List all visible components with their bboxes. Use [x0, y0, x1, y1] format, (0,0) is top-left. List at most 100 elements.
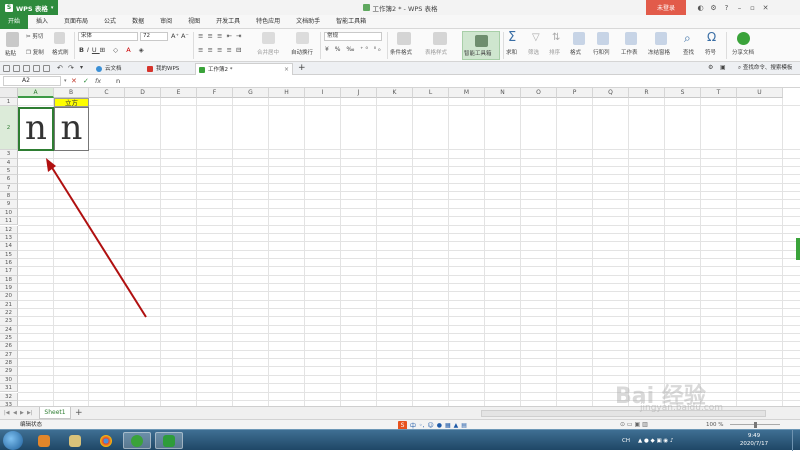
symbol-button[interactable]: 符号	[705, 48, 716, 56]
gear-icon[interactable]: ⚙	[708, 64, 713, 71]
filter-icon[interactable]: ▽	[532, 32, 540, 43]
conditional-format-button[interactable]: 条件格式	[390, 48, 412, 56]
tab-smart-toolbox[interactable]: 智能工具箱	[328, 15, 374, 29]
paste-icon[interactable]	[6, 32, 19, 47]
row-col-button[interactable]: 行和列	[593, 48, 610, 56]
conditional-format-icon[interactable]	[397, 32, 411, 45]
format-icon[interactable]	[573, 32, 585, 45]
merge-center-button[interactable]: 合并居中	[257, 48, 279, 56]
sum-button[interactable]: 求和	[506, 48, 517, 56]
share-button[interactable]: 分享文档	[732, 48, 754, 56]
tab-doc-assistant[interactable]: 文档助手	[288, 15, 328, 29]
taskbar-clock[interactable]: 9:49 2020/7/17	[730, 432, 778, 448]
number-format-buttons[interactable]: ¥ % ‰ ⁺⁰ ⁰₀	[325, 46, 383, 53]
increase-font-icon[interactable]: A⁺ A⁻	[171, 32, 189, 40]
new-tab-button[interactable]: +	[298, 62, 306, 75]
maximize-button[interactable]: ▫	[746, 4, 759, 12]
taskbar-360[interactable]	[123, 432, 151, 449]
format-painter-button[interactable]: 格式刷	[52, 48, 69, 56]
start-button[interactable]	[3, 431, 23, 450]
name-box[interactable]: A2	[3, 76, 61, 86]
find-icon[interactable]: ⌕	[684, 31, 691, 46]
worksheet-icon[interactable]	[625, 32, 637, 45]
login-button[interactable]: 未登录	[646, 0, 686, 15]
insert-function-button[interactable]: fx	[95, 76, 101, 86]
taskbar-chrome[interactable]	[92, 432, 120, 449]
redo-icon[interactable]: ↷	[68, 64, 74, 72]
formula-input[interactable]: n	[116, 76, 120, 86]
add-sheet-button[interactable]: +	[75, 407, 83, 419]
doc-tab-workbook[interactable]: 工作簿2 * ×	[195, 63, 293, 75]
merge-center-icon[interactable]	[262, 32, 275, 44]
filter-button[interactable]: 筛选	[528, 48, 539, 56]
tab-review[interactable]: 审阅	[152, 15, 180, 29]
format-button[interactable]: 格式	[570, 48, 581, 56]
row-col-icon[interactable]	[597, 32, 609, 45]
zoom-slider-thumb[interactable]	[754, 422, 757, 428]
next-sheet-button[interactable]: ▶	[20, 408, 24, 419]
table-style-icon[interactable]	[433, 32, 447, 45]
settings-icon[interactable]: ⚙	[707, 4, 720, 12]
lock-icon[interactable]: ▣	[720, 64, 726, 71]
font-name-select[interactable]: 宋体	[78, 32, 138, 41]
tab-home[interactable]: 开始	[0, 14, 29, 29]
smart-toolbox-button[interactable]: 智能工具箱	[462, 31, 500, 60]
export-icon[interactable]	[23, 65, 30, 72]
symbol-icon[interactable]: Ω	[707, 30, 716, 44]
taskbar-media-player[interactable]	[30, 432, 58, 449]
cancel-icon[interactable]: ✕	[71, 76, 77, 86]
sort-button[interactable]: 排序	[549, 48, 560, 56]
spreadsheet-grid[interactable]: ABCDEFGHIJKLMNOPQRSTU 1 2 3 4 5 6 7 8 9 10 11 12 13 1…	[0, 88, 800, 406]
undo-icon[interactable]: ↶	[57, 64, 63, 72]
tab-formulas[interactable]: 公式	[96, 15, 124, 29]
show-desktop-button[interactable]	[792, 430, 800, 451]
paste-button[interactable]: 粘贴	[5, 49, 16, 57]
tab-data[interactable]: 数据	[124, 15, 152, 29]
tab-insert[interactable]: 插入	[28, 15, 56, 29]
table-style-button[interactable]: 表格样式	[425, 48, 447, 56]
freeze-panes-icon[interactable]	[655, 32, 667, 45]
tab-page-layout[interactable]: 页面布局	[56, 15, 96, 29]
wrap-text-button[interactable]: 自动换行	[291, 48, 313, 56]
doc-tab-cloud[interactable]: 云文档	[93, 63, 141, 75]
tab-features[interactable]: 特色应用	[248, 15, 288, 29]
first-sheet-button[interactable]: |◀	[4, 408, 10, 419]
vertical-scroll-indicator[interactable]	[796, 238, 800, 260]
wrap-text-icon[interactable]	[296, 32, 309, 44]
tab-view[interactable]: 视图	[180, 15, 208, 29]
open-icon[interactable]	[3, 65, 10, 72]
prev-sheet-button[interactable]: ◀	[13, 408, 17, 419]
print-icon[interactable]	[33, 65, 40, 72]
skin-icon[interactable]: ◐	[694, 4, 707, 12]
app-menu-button[interactable]: S WPS 表格 ▾	[0, 0, 59, 15]
align-horizontal-buttons[interactable]: ≡ ≡ ≡ ≡ ⊟	[198, 46, 243, 54]
customize-icon[interactable]: ▾	[80, 64, 83, 71]
worksheet-button[interactable]: 工作表	[621, 48, 638, 56]
doc-tab-mywps[interactable]: 我的WPS	[144, 63, 192, 75]
help-icon[interactable]: ?	[720, 4, 733, 12]
sheet-tab-sheet1[interactable]: Sheet1	[39, 407, 71, 419]
taskbar-explorer[interactable]	[61, 432, 89, 449]
last-sheet-button[interactable]: ▶|	[27, 408, 33, 419]
cut-button[interactable]: ✂ 剪切	[26, 32, 43, 40]
align-top-buttons[interactable]: ≡ ≡ ≡ ⇤ ⇥	[198, 32, 243, 40]
dropdown-icon[interactable]: ▾	[64, 76, 67, 86]
sum-icon[interactable]: Σ	[508, 30, 516, 45]
sort-icon[interactable]: ⇅	[552, 32, 560, 43]
save-icon[interactable]	[13, 65, 20, 72]
confirm-icon[interactable]: ✓	[83, 76, 89, 86]
share-icon[interactable]	[737, 32, 750, 45]
format-painter-icon[interactable]	[54, 32, 65, 44]
font-size-select[interactable]: 72	[140, 32, 168, 41]
number-format-select[interactable]: 常规	[324, 32, 382, 41]
system-tray[interactable]: CH ▲ ● ◆ ▣ ◉ ♪	[622, 430, 674, 451]
horizontal-scrollbar[interactable]	[481, 410, 766, 417]
view-mode-icons[interactable]: ⊙ ▭ ▣ ▥	[620, 421, 648, 428]
tab-developer[interactable]: 开发工具	[208, 15, 248, 29]
font-style-buttons[interactable]: BIU⊞ ◇ A ◈	[79, 46, 147, 54]
freeze-panes-button[interactable]: 冻结窗格	[648, 48, 670, 56]
copy-button[interactable]: ❐ 复制	[26, 48, 44, 56]
minimize-button[interactable]: –	[733, 4, 746, 12]
print-preview-icon[interactable]	[43, 65, 50, 72]
find-button[interactable]: 查找	[683, 48, 694, 56]
